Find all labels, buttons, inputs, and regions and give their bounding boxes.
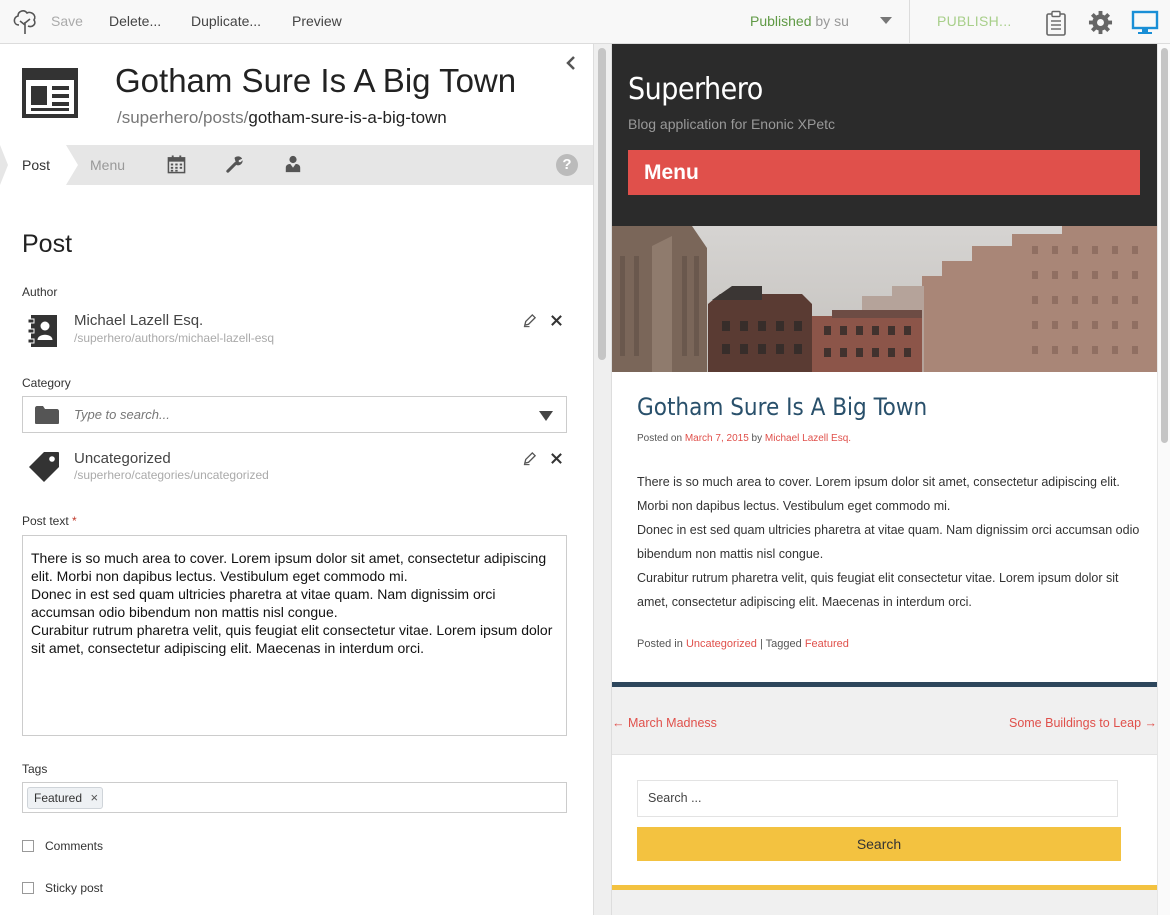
chevron-down-icon[interactable] xyxy=(880,17,892,24)
status-user: by su xyxy=(815,13,849,29)
content-path-name: gotham-sure-is-a-big-town xyxy=(248,108,447,127)
post-text-editor[interactable]: There is so much area to cover. Lorem ip… xyxy=(22,535,567,736)
tab-menu[interactable]: Menu xyxy=(90,157,125,173)
post-navigation: ← March Madness Some Buildings to Leap → xyxy=(612,687,1157,755)
posted-on-text: Posted on xyxy=(637,433,683,444)
category-label: Category xyxy=(22,376,71,390)
post-text-paragraph: Donec in est sed quam ultricies pharetra… xyxy=(31,586,496,620)
preview-scrollbar[interactable] xyxy=(1161,48,1168,443)
comments-checkbox[interactable] xyxy=(22,840,34,852)
toolbar-divider xyxy=(909,0,910,43)
tags-label: Tags xyxy=(22,762,48,776)
toolbar: Save Delete... Duplicate... Preview Publ… xyxy=(0,0,1170,44)
preview-paragraph: Donec in est sed quam ultricies pharetra… xyxy=(637,523,1140,561)
wrench-icon[interactable] xyxy=(225,155,244,174)
preview-footer-area xyxy=(612,890,1157,915)
preview-post-title[interactable]: Gotham Sure Is A Big Town xyxy=(637,393,927,421)
address-book-icon xyxy=(28,315,57,347)
comments-label[interactable]: Comments xyxy=(45,839,103,853)
post-text-paragraph: There is so much area to cover. Lorem ip… xyxy=(31,550,547,584)
content-path[interactable]: /superhero/posts/gotham-sure-is-a-big-to… xyxy=(117,108,447,128)
by-text: by xyxy=(751,433,763,444)
post-date-link[interactable]: March 7, 2015 xyxy=(685,433,749,444)
form-section-title: Post xyxy=(22,230,73,258)
tree-logo-icon[interactable] xyxy=(10,7,40,37)
tab-post-label: Post xyxy=(22,157,51,173)
tag-icon xyxy=(29,452,59,482)
content-path-prefix: /superhero/posts/ xyxy=(117,108,249,127)
edit-icon[interactable] xyxy=(522,313,537,328)
author-name[interactable]: Michael Lazell Esq. xyxy=(74,312,203,329)
dropdown-arrow-icon[interactable] xyxy=(539,411,553,421)
post-footer-meta: Posted in Uncategorized | Tagged Feature… xyxy=(637,638,849,650)
site-tagline: Blog application for Enonic XPetc xyxy=(628,116,836,132)
preview-paragraph: Curabitur rutrum pharetra velit, quis fe… xyxy=(637,571,1119,609)
site-menu-label: Menu xyxy=(644,161,699,184)
clipboard-icon[interactable] xyxy=(1045,10,1067,36)
tag-chip: Featured × xyxy=(27,787,104,809)
category-search-input[interactable]: Type to search... xyxy=(74,407,170,422)
editor-scrollbar[interactable] xyxy=(598,48,606,360)
post-text-paragraph: Curabitur rutrum pharetra velit, quis fe… xyxy=(31,622,553,656)
category-name[interactable]: Uncategorized xyxy=(74,450,171,467)
post-meta: Posted on March 7, 2015 by Michael Lazel… xyxy=(637,433,851,444)
content-title[interactable]: Gotham Sure Is A Big Town xyxy=(115,62,516,100)
preview-search-button[interactable]: Search xyxy=(637,827,1121,861)
calendar-icon[interactable] xyxy=(167,155,186,174)
posted-in-text: Posted in xyxy=(637,638,683,650)
next-post-link[interactable]: Some Buildings to Leap → xyxy=(1009,716,1157,730)
author-label: Author xyxy=(22,285,58,299)
preview-post-body: There is so much area to cover. Lorem ip… xyxy=(637,470,1142,614)
gear-icon[interactable] xyxy=(1088,10,1113,35)
folder-icon xyxy=(35,406,59,424)
tagged-text: | Tagged xyxy=(759,638,802,650)
post-author-link[interactable]: Michael Lazell Esq. xyxy=(765,433,851,444)
tag-chip-label: Featured xyxy=(34,791,83,805)
help-icon[interactable]: ? xyxy=(556,154,578,176)
category-combobox[interactable]: Type to search... xyxy=(22,396,567,433)
sticky-post-checkbox[interactable] xyxy=(22,882,34,894)
preview-scrollbar-track[interactable] xyxy=(1157,44,1170,915)
tags-input[interactable]: Featured × xyxy=(22,782,567,813)
site-header: Superhero Blog application for Enonic XP… xyxy=(612,44,1157,226)
delete-button[interactable]: Delete... xyxy=(109,13,161,29)
post-featured-image xyxy=(612,226,1157,372)
chevron-left-icon[interactable] xyxy=(564,55,578,71)
tag-link[interactable]: Featured xyxy=(805,638,849,650)
close-icon[interactable] xyxy=(550,314,563,327)
required-mark: * xyxy=(72,514,77,528)
close-icon[interactable] xyxy=(550,452,563,465)
remove-tag-icon[interactable]: × xyxy=(90,788,98,808)
preview-button[interactable]: Preview xyxy=(292,13,342,29)
preview-paragraph: There is so much area to cover. Lorem ip… xyxy=(637,475,1120,513)
post-text-label-text: Post text xyxy=(22,514,69,528)
live-preview-panel: Superhero Blog application for Enonic XP… xyxy=(612,44,1170,915)
user-permissions-icon[interactable] xyxy=(284,155,302,173)
category-path: /superhero/categories/uncategorized xyxy=(74,468,269,482)
publish-status: Published by su xyxy=(750,13,849,29)
preview-search-input[interactable]: Search ... xyxy=(637,780,1118,817)
newspaper-icon xyxy=(22,68,78,118)
wizard-tabbar: Post Menu ? xyxy=(0,145,593,185)
author-path: /superhero/authors/michael-lazell-esq xyxy=(74,331,275,345)
post-text-label: Post text * xyxy=(22,514,77,528)
tab-post[interactable]: Post xyxy=(0,145,78,185)
content-editor-panel: Gotham Sure Is A Big Town /superhero/pos… xyxy=(0,44,593,915)
site-title[interactable]: Superhero xyxy=(628,72,763,107)
status-text: Published xyxy=(750,13,812,29)
edit-icon[interactable] xyxy=(522,451,537,466)
save-button[interactable]: Save xyxy=(51,13,83,29)
duplicate-button[interactable]: Duplicate... xyxy=(191,13,261,29)
monitor-icon[interactable] xyxy=(1131,10,1159,36)
site-menu-button[interactable]: Menu xyxy=(628,150,1140,195)
sticky-post-label[interactable]: Sticky post xyxy=(45,881,103,895)
panel-splitter[interactable] xyxy=(593,44,612,915)
previous-post-link[interactable]: ← March Madness xyxy=(612,716,717,730)
publish-button[interactable]: PUBLISH... xyxy=(937,13,1012,29)
category-link[interactable]: Uncategorized xyxy=(686,638,757,650)
